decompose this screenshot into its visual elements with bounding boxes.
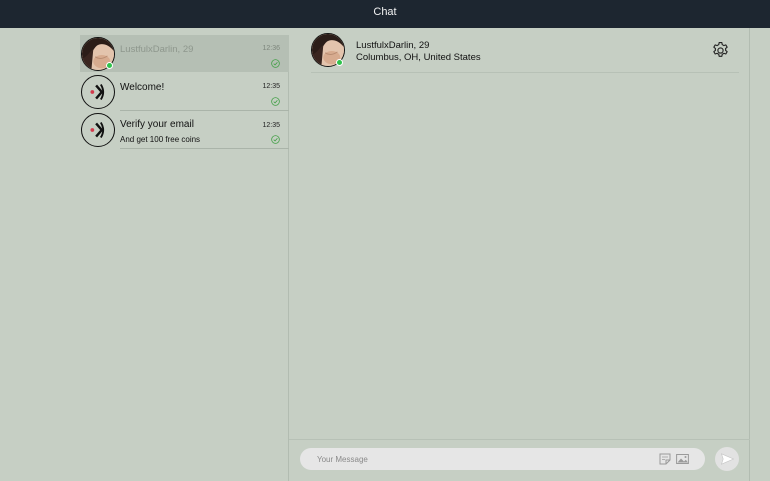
conversation-item-welcome[interactable]: Welcome! 12:35 (80, 73, 289, 111)
read-check-icon (271, 59, 280, 68)
message-input[interactable] (300, 448, 705, 470)
image-icon[interactable] (676, 453, 689, 465)
chat-panel: LustfulxDarlin, 29 Columbus, OH, United … (289, 28, 750, 481)
conversation-list: LustfulxDarlin, 29 12:36 Welcome! 12:35 (80, 35, 289, 481)
conversation-item-verify-email[interactable]: Verify your email And get 100 free coins… (80, 111, 289, 149)
avatar (81, 113, 115, 147)
row-divider (120, 148, 289, 149)
conversation-name: Welcome! (120, 82, 165, 93)
conversation-item-lustfulxdarlin[interactable]: LustfulxDarlin, 29 12:36 (80, 35, 289, 72)
system-logo-icon (90, 83, 105, 101)
conversation-time: 12:35 (262, 122, 280, 129)
online-indicator (336, 59, 343, 66)
conversation-preview: And get 100 free coins (120, 135, 201, 144)
send-button[interactable] (715, 447, 739, 471)
chat-contact-location: Columbus, OH, United States (356, 52, 481, 63)
read-check-icon (271, 135, 280, 144)
conversation-name: Verify your email (120, 119, 194, 130)
gear-icon[interactable] (711, 41, 730, 60)
sticker-icon[interactable] (659, 453, 671, 465)
page-title: Chat (373, 6, 397, 18)
conversation-time: 12:35 (262, 83, 280, 90)
chat-contact-name[interactable]: LustfulxDarlin, 29 (356, 40, 429, 51)
conversation-name: LustfulxDarlin, 29 (120, 44, 194, 55)
avatar (81, 75, 115, 109)
header-divider (311, 72, 739, 73)
send-icon (721, 453, 734, 465)
message-composer (289, 439, 750, 481)
system-logo-icon (90, 121, 105, 139)
top-bar: Chat (0, 0, 770, 28)
conversation-time: 12:36 (262, 45, 280, 52)
online-indicator (106, 62, 113, 69)
read-check-icon (271, 97, 280, 106)
